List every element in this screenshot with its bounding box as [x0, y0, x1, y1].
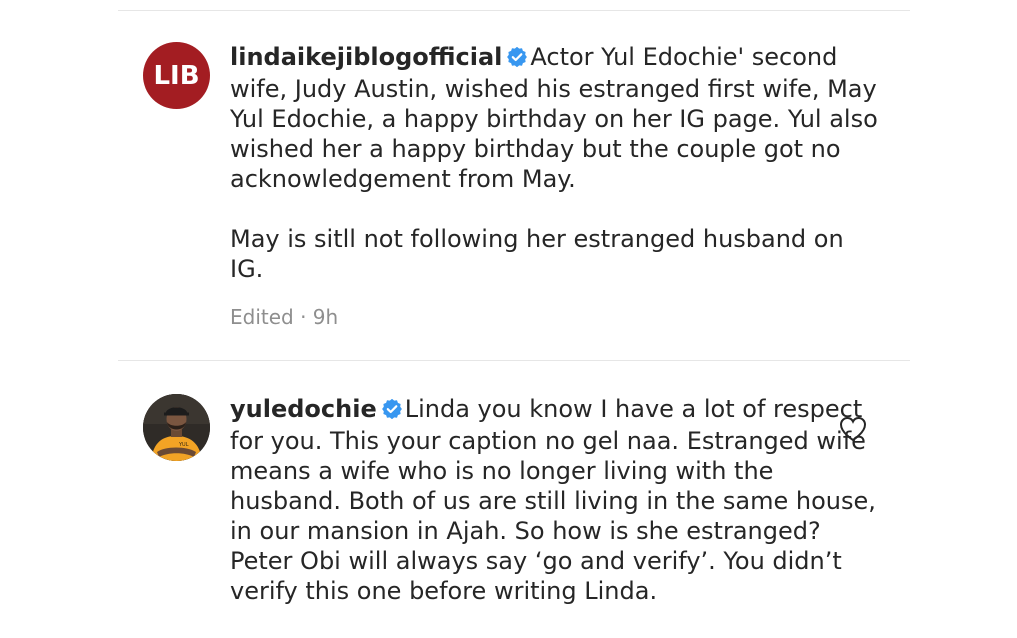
comment-paragraph: yuledochie Linda you know I have a lot of… — [230, 394, 880, 606]
verified-badge-icon — [381, 396, 402, 426]
comment-username[interactable]: lindaikejiblogofficial — [230, 43, 502, 71]
heart-icon[interactable] — [839, 416, 867, 442]
comment-paragraph: lindaikejiblogofficial Actor Yul Edochie'… — [230, 42, 880, 194]
top-divider — [118, 10, 910, 11]
avatar[interactable]: LIB — [143, 42, 210, 109]
svg-text:YUL: YUL — [178, 442, 189, 448]
verified-badge-icon — [507, 44, 528, 74]
avatar-logo-text: LIB — [153, 60, 200, 91]
comment-paragraph: May is sitll not following her estranged… — [230, 225, 844, 283]
comment-divider — [118, 360, 910, 361]
comment-username[interactable]: yuledochie — [230, 395, 377, 423]
comment-text: Linda you know I have a lot of respect f… — [230, 395, 876, 605]
avatar[interactable]: YUL — [143, 394, 210, 461]
comment-body: lindaikejiblogofficial Actor Yul Edochie'… — [230, 42, 880, 284]
comment-meta[interactable]: Edited · 9h — [230, 305, 338, 329]
comment-body: yuledochie Linda you know I have a lot of… — [230, 394, 880, 606]
